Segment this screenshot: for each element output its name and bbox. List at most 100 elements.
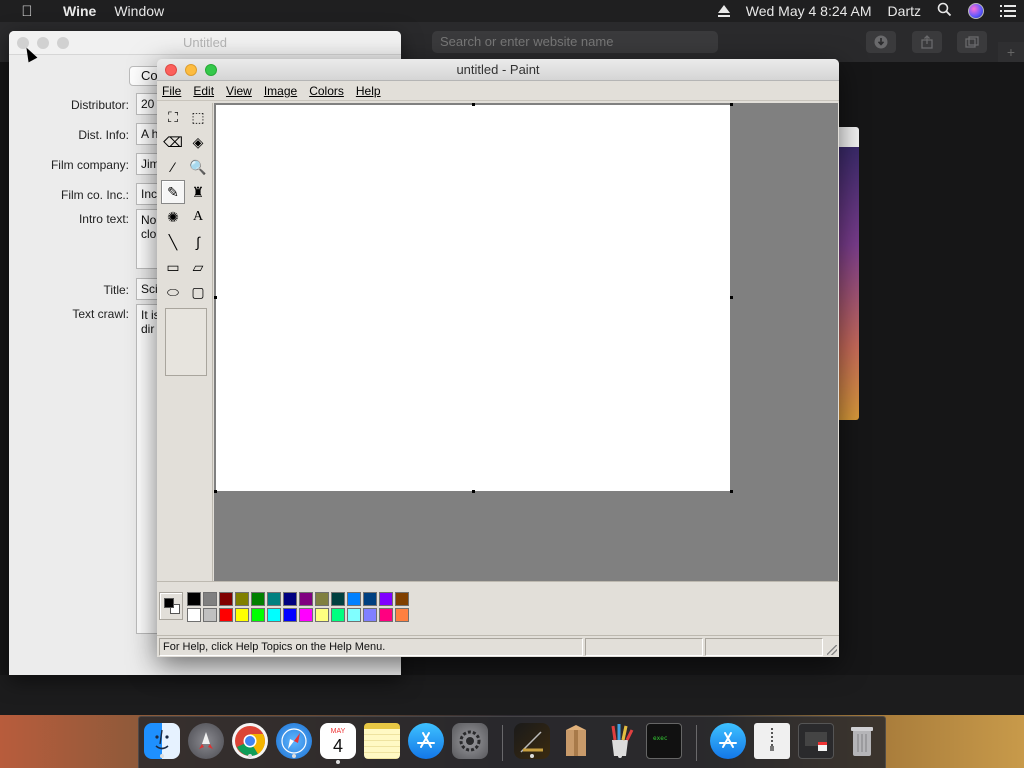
tool-eraser-icon[interactable]: ⌫ bbox=[161, 130, 185, 154]
current-colors-indicator[interactable] bbox=[159, 592, 183, 620]
color-swatch[interactable] bbox=[283, 592, 297, 606]
tool-ellipse-icon[interactable]: ⬭ bbox=[161, 280, 185, 304]
minimize-button[interactable] bbox=[37, 37, 49, 49]
pencil-cup-icon[interactable] bbox=[602, 723, 638, 759]
color-swatch[interactable] bbox=[187, 592, 201, 606]
color-swatch[interactable] bbox=[363, 608, 377, 622]
color-swatch[interactable] bbox=[379, 592, 393, 606]
menu-app-name[interactable]: Wine bbox=[54, 3, 105, 19]
color-swatch[interactable] bbox=[315, 592, 329, 606]
color-swatch[interactable] bbox=[315, 608, 329, 622]
menu-edit[interactable]: Edit bbox=[187, 84, 220, 98]
tool-options-panel[interactable] bbox=[165, 308, 207, 376]
color-swatch[interactable] bbox=[267, 608, 281, 622]
safari-icon[interactable] bbox=[276, 723, 312, 759]
tool-text-icon[interactable]: A bbox=[186, 205, 210, 229]
tabs-overview-icon[interactable] bbox=[957, 31, 987, 53]
resize-handle-bottom[interactable] bbox=[472, 490, 475, 493]
app-store-icon[interactable] bbox=[408, 723, 444, 759]
title-label: Title: bbox=[103, 283, 129, 297]
resize-handle-bottom-right[interactable] bbox=[730, 490, 733, 493]
form-title-bar[interactable]: Untitled bbox=[9, 31, 401, 55]
color-swatch[interactable] bbox=[395, 608, 409, 622]
tool-polygon-icon[interactable]: ⏥ bbox=[186, 255, 210, 279]
calendar-month: MAY bbox=[330, 728, 346, 735]
color-swatch[interactable] bbox=[235, 608, 249, 622]
color-swatch[interactable] bbox=[251, 592, 265, 606]
menu-colors[interactable]: Colors bbox=[303, 84, 350, 98]
window-resize-grip[interactable] bbox=[827, 645, 837, 655]
menu-window[interactable]: Window bbox=[105, 3, 173, 19]
color-swatch[interactable] bbox=[251, 608, 265, 622]
color-swatch[interactable] bbox=[347, 592, 361, 606]
resize-handle-top[interactable] bbox=[472, 103, 475, 106]
menu-image[interactable]: Image bbox=[258, 84, 303, 98]
tool-line-icon[interactable]: ╲ bbox=[161, 230, 185, 254]
siri-icon[interactable] bbox=[960, 3, 992, 19]
share-icon[interactable] bbox=[912, 31, 942, 53]
notification-center-icon[interactable] bbox=[992, 5, 1024, 17]
tool-fill-with-color-icon[interactable]: ◈ bbox=[186, 130, 210, 154]
color-swatch[interactable] bbox=[267, 592, 281, 606]
tool-pick-color-icon[interactable]: ⁄ bbox=[161, 155, 185, 179]
launchpad-icon[interactable] bbox=[188, 723, 224, 759]
recent-items-icon[interactable] bbox=[798, 723, 834, 759]
color-swatch[interactable] bbox=[299, 608, 313, 622]
eject-icon[interactable] bbox=[710, 4, 738, 17]
color-swatch[interactable] bbox=[219, 608, 233, 622]
color-swatch[interactable] bbox=[219, 592, 233, 606]
tool-magnifier-icon[interactable]: 🔍 bbox=[186, 155, 210, 179]
archive-utility-icon[interactable] bbox=[558, 723, 594, 759]
tool-pencil-icon[interactable]: ✎ bbox=[161, 180, 185, 204]
system-preferences-icon[interactable] bbox=[452, 723, 488, 759]
color-swatch[interactable] bbox=[235, 592, 249, 606]
resize-handle-top-right[interactable] bbox=[730, 103, 733, 106]
terminal-icon[interactable]: exec bbox=[646, 723, 682, 759]
color-swatch[interactable] bbox=[395, 592, 409, 606]
notes-icon[interactable] bbox=[364, 723, 400, 759]
color-swatch[interactable] bbox=[331, 592, 345, 606]
app-store-downloads-icon[interactable] bbox=[710, 723, 746, 759]
color-swatch[interactable] bbox=[363, 592, 377, 606]
zoom-button[interactable] bbox=[57, 37, 69, 49]
download-icon[interactable] bbox=[866, 31, 896, 53]
tool-rectangle-icon[interactable]: ▭ bbox=[161, 255, 185, 279]
menu-file[interactable]: File bbox=[157, 84, 187, 98]
tool-airbrush-icon[interactable]: ✺ bbox=[161, 205, 185, 229]
menu-view[interactable]: View bbox=[220, 84, 258, 98]
menu-clock[interactable]: Wed May 4 8:24 AM bbox=[738, 3, 880, 19]
trash-icon[interactable] bbox=[844, 723, 880, 759]
menu-user[interactable]: Dartz bbox=[880, 3, 929, 19]
color-swatch[interactable] bbox=[283, 608, 297, 622]
tool-curve-icon[interactable]: ∫ bbox=[186, 230, 210, 254]
color-swatch[interactable] bbox=[187, 608, 201, 622]
drawing-canvas[interactable] bbox=[216, 105, 730, 491]
chrome-icon[interactable] bbox=[232, 723, 268, 759]
color-swatch[interactable] bbox=[203, 608, 217, 622]
color-swatch[interactable] bbox=[379, 608, 393, 622]
paint-title-bar[interactable]: untitled - Paint bbox=[157, 59, 839, 81]
paint-minimize-button[interactable] bbox=[185, 64, 197, 76]
tool-free-form-select-icon[interactable]: ⛶ bbox=[161, 105, 185, 129]
apple-menu-icon[interactable]:  bbox=[0, 3, 54, 20]
zip-file-icon[interactable] bbox=[754, 723, 790, 759]
tool-rounded-rectangle-icon[interactable]: ▢ bbox=[186, 280, 210, 304]
new-tab-button[interactable]: + bbox=[998, 42, 1024, 62]
color-swatch[interactable] bbox=[299, 592, 313, 606]
tool-brush-icon[interactable]: ♜ bbox=[186, 180, 210, 204]
tool-select-icon[interactable]: ⬚ bbox=[186, 105, 210, 129]
browser-address-bar[interactable]: Search or enter website name bbox=[432, 31, 718, 53]
spotlight-search-icon[interactable] bbox=[929, 2, 960, 20]
calendar-icon[interactable]: MAY 4 bbox=[320, 723, 356, 764]
paint-zoom-button[interactable] bbox=[205, 64, 217, 76]
color-swatch[interactable] bbox=[331, 608, 345, 622]
color-swatch[interactable] bbox=[203, 592, 217, 606]
resize-handle-bottom-left[interactable] bbox=[214, 490, 217, 493]
resize-handle-left[interactable] bbox=[214, 296, 217, 299]
menu-help[interactable]: Help bbox=[350, 84, 387, 98]
resize-handle-right[interactable] bbox=[730, 296, 733, 299]
finder-icon[interactable] bbox=[144, 723, 180, 759]
paint-close-button[interactable] bbox=[165, 64, 177, 76]
wine-app-icon[interactable] bbox=[514, 723, 550, 759]
color-swatch[interactable] bbox=[347, 608, 361, 622]
